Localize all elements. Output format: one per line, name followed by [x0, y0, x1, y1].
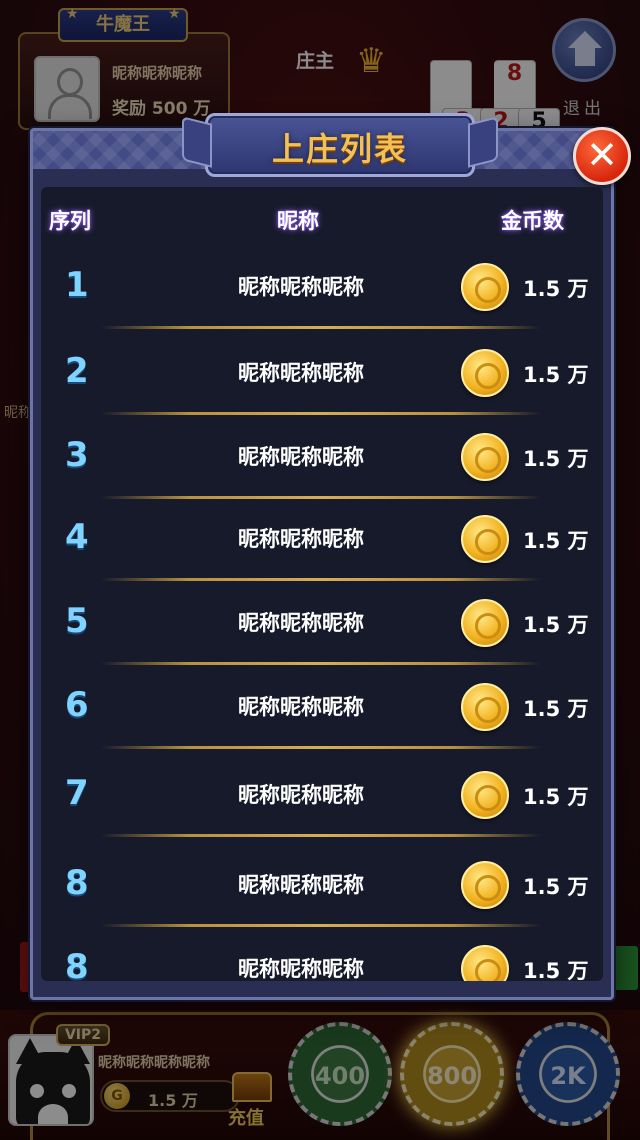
close-button[interactable]: ✕ — [573, 127, 631, 185]
row-rank: 2 — [65, 351, 89, 391]
row-nickname: 昵称昵称昵称 — [238, 783, 364, 807]
row-coins: 1.5 万 — [523, 959, 589, 981]
row-coins: 1.5 万 — [523, 363, 589, 387]
row-nickname: 昵称昵称昵称 — [238, 957, 364, 981]
gold-coin-icon — [461, 263, 509, 311]
row-coins: 1.5 万 — [523, 277, 589, 301]
ribbon-tail-right — [468, 116, 498, 168]
row-rank: 5 — [65, 601, 89, 641]
row-rank: 7 — [65, 773, 89, 813]
row-rank: 8 — [65, 863, 89, 903]
header-nickname: 昵称 — [277, 209, 319, 233]
row-coins: 1.5 万 — [523, 697, 589, 721]
row-divider — [101, 834, 541, 837]
title-ribbon: 上庄列表 — [182, 113, 498, 177]
row-nickname: 昵称昵称昵称 — [238, 695, 364, 719]
list-item: 6 昵称昵称昵称 1.5 万 — [41, 663, 603, 749]
banker-list-modal: 上庄列表 ✕ 序列 昵称 金币数 1 昵称昵称昵称 1.5 万 2 昵称昵称昵称… — [30, 113, 631, 1000]
gold-coin-icon — [461, 515, 509, 563]
gold-coin-icon — [461, 945, 509, 981]
gold-coin-icon — [461, 683, 509, 731]
row-coins: 1.5 万 — [523, 785, 589, 809]
row-rank: 1 — [65, 265, 89, 305]
row-coins: 1.5 万 — [523, 875, 589, 899]
row-rank: 3 — [65, 435, 89, 475]
gold-coin-icon — [461, 771, 509, 819]
list-item: 4 昵称昵称昵称 1.5 万 — [41, 495, 603, 581]
modal-title: 上庄列表 — [271, 130, 408, 168]
gold-coin-icon — [461, 599, 509, 647]
list-header: 序列 昵称 金币数 — [41, 187, 603, 249]
list-item: 2 昵称昵称昵称 1.5 万 — [41, 329, 603, 415]
gold-coin-icon — [461, 861, 509, 909]
close-icon: ✕ — [586, 133, 618, 177]
row-nickname: 昵称昵称昵称 — [238, 527, 364, 551]
list-item: 3 昵称昵称昵称 1.5 万 — [41, 413, 603, 499]
list-item: 1 昵称昵称昵称 1.5 万 — [41, 243, 603, 329]
row-nickname: 昵称昵称昵称 — [238, 275, 364, 299]
row-nickname: 昵称昵称昵称 — [238, 361, 364, 385]
row-coins: 1.5 万 — [523, 447, 589, 471]
header-rank: 序列 — [49, 209, 91, 233]
row-rank: 8 — [65, 947, 89, 981]
row-nickname: 昵称昵称昵称 — [238, 873, 364, 897]
gold-coin-icon — [461, 349, 509, 397]
row-divider — [101, 746, 541, 749]
row-rank: 6 — [65, 685, 89, 725]
row-coins: 1.5 万 — [523, 529, 589, 553]
row-coins: 1.5 万 — [523, 613, 589, 637]
row-rank: 4 — [65, 517, 89, 557]
row-nickname: 昵称昵称昵称 — [238, 445, 364, 469]
gold-coin-icon — [461, 433, 509, 481]
row-nickname: 昵称昵称昵称 — [238, 611, 364, 635]
banker-list[interactable]: 序列 昵称 金币数 1 昵称昵称昵称 1.5 万 2 昵称昵称昵称 1.5 万 … — [41, 187, 603, 981]
header-coins: 金币数 — [501, 209, 564, 233]
list-item: 8 昵称昵称昵称 1.5 万 — [41, 925, 603, 981]
list-item: 8 昵称昵称昵称 1.5 万 — [41, 841, 603, 927]
list-item: 5 昵称昵称昵称 1.5 万 — [41, 579, 603, 665]
list-item: 7 昵称昵称昵称 1.5 万 — [41, 751, 603, 837]
